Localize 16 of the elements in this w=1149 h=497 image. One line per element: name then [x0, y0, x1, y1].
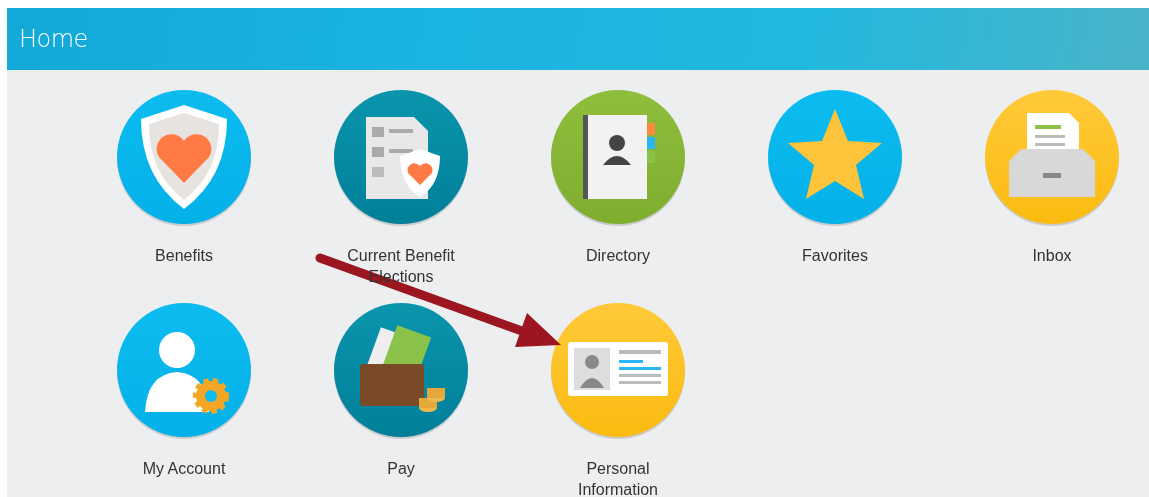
app-tile[interactable]: Personal Information — [543, 302, 693, 497]
user-gear-icon — [115, 302, 253, 440]
star-icon — [766, 89, 904, 227]
app-tile[interactable]: Pay — [326, 302, 476, 497]
inbox-tray-icon — [983, 89, 1121, 227]
app-tile[interactable]: Benefits — [109, 89, 259, 302]
app-tile[interactable]: My Account — [109, 302, 259, 497]
wallet-icon — [332, 302, 470, 440]
app-tile[interactable]: Inbox — [977, 89, 1127, 302]
app-tile[interactable]: Directory — [543, 89, 693, 302]
page-title: Home — [19, 25, 88, 53]
id-card-icon — [549, 302, 687, 440]
shield-heart-icon — [115, 89, 253, 227]
address-book-icon — [549, 89, 687, 227]
checklist-shield-icon — [332, 89, 470, 227]
app-tile[interactable]: Favorites — [760, 89, 910, 302]
